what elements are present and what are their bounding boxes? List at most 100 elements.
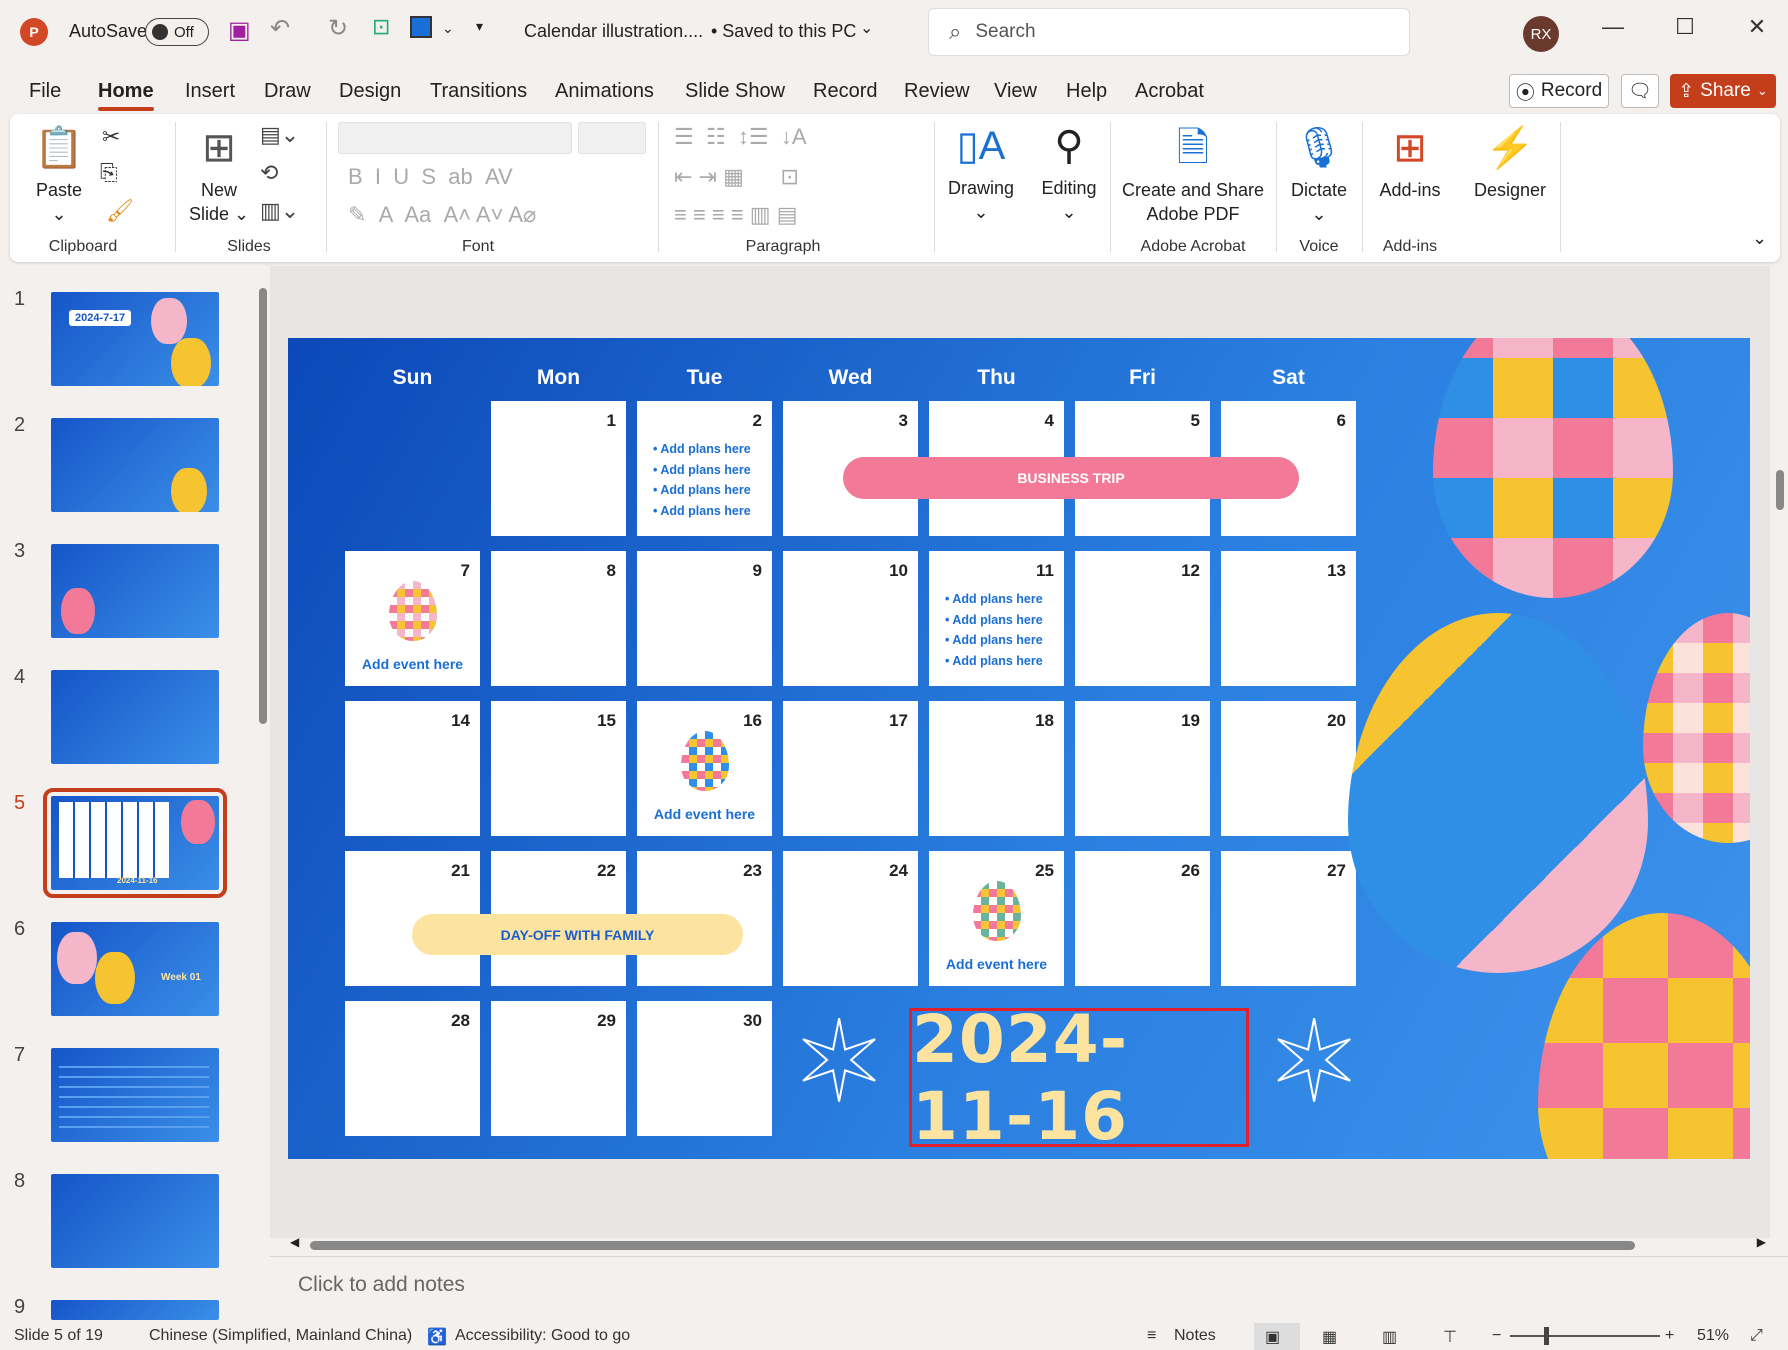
calendar-day-cell[interactable]: 27 [1221, 851, 1356, 986]
font-size-select[interactable] [578, 122, 646, 154]
format-painter-icon[interactable]: 🖌 [106, 198, 134, 224]
add-event-text[interactable]: Add event here [637, 806, 772, 822]
zoom-slider-thumb[interactable] [1544, 1327, 1549, 1345]
calendar-day-cell[interactable]: 16Add event here [637, 701, 772, 836]
reading-view-icon[interactable]: ▥ [1382, 1327, 1397, 1347]
thumbnails-scrollbar[interactable] [258, 270, 268, 1320]
chevron-down-icon[interactable]: ⌄ [442, 20, 454, 37]
notes-placeholder[interactable]: Click to add notes [298, 1273, 465, 1297]
add-event-text[interactable]: Add event here [345, 656, 480, 672]
slide-thumbnail-7[interactable] [51, 1048, 219, 1142]
calendar-day-cell[interactable]: 25Add event here [929, 851, 1064, 986]
slide-canvas[interactable]: SunMonTueWedThuFriSat 12Add plans hereAd… [288, 338, 1750, 1159]
calendar-day-cell[interactable]: 8 [491, 551, 626, 686]
dictate-button[interactable]: 🎙Dictate⌄ [1291, 124, 1347, 226]
calendar-day-cell[interactable]: 24 [783, 851, 918, 986]
notes-icon[interactable]: ≡ [1147, 1327, 1156, 1345]
slide-sorter-icon[interactable]: ▦ [1322, 1327, 1337, 1347]
calendar-day-cell[interactable]: 9 [637, 551, 772, 686]
plan-item[interactable]: Add plans here [945, 610, 1043, 631]
tab-draw[interactable]: Draw [264, 80, 311, 103]
editing-button[interactable]: ⚲Editing⌄ [1041, 122, 1096, 224]
date-title[interactable]: 2024-11-16 [909, 1008, 1249, 1147]
tab-help[interactable]: Help [1066, 80, 1107, 103]
tab-animations[interactable]: Animations [555, 80, 654, 103]
slide-thumbnail-2[interactable] [51, 418, 219, 512]
record-button[interactable]: ⦿Record [1509, 74, 1609, 108]
theme-icon[interactable] [410, 16, 432, 38]
notes-pane[interactable]: Click to add notes [270, 1256, 1788, 1320]
slide-thumbnail-9[interactable] [51, 1300, 219, 1320]
calendar-day-cell[interactable]: 10 [783, 551, 918, 686]
calendar-day-cell[interactable]: 29 [491, 1001, 626, 1136]
fit-to-window-icon[interactable]: ⤢ [1750, 1327, 1763, 1345]
plan-item[interactable]: Add plans here [945, 589, 1043, 610]
plan-item[interactable]: Add plans here [653, 501, 751, 522]
plan-item[interactable]: Add plans here [653, 460, 751, 481]
minimize-icon[interactable]: — [1593, 14, 1633, 40]
slide-thumbnail-3[interactable] [51, 544, 219, 638]
slide-thumbnail-1[interactable]: 2024-7-17 [51, 292, 219, 386]
scroll-left-icon[interactable]: ◀ [290, 1235, 299, 1249]
scrollbar-thumb[interactable] [1776, 470, 1784, 510]
calendar-day-cell[interactable]: 20 [1221, 701, 1356, 836]
maximize-icon[interactable]: ☐ [1665, 14, 1705, 40]
share-button[interactable]: ⇪Share⌄ [1670, 74, 1776, 108]
plan-item[interactable]: Add plans here [653, 480, 751, 501]
tab-record[interactable]: Record [813, 80, 877, 103]
tab-slide-show[interactable]: Slide Show [685, 80, 785, 103]
plan-item[interactable]: Add plans here [945, 651, 1043, 672]
plan-item[interactable]: Add plans here [653, 439, 751, 460]
collapse-ribbon-icon[interactable]: ⌄ [1752, 228, 1767, 249]
slideshow-view-icon[interactable]: ⊤ [1443, 1327, 1457, 1347]
document-title[interactable]: Calendar illustration.... [524, 21, 703, 42]
slide-thumbnail-6[interactable]: Week 01 [51, 922, 219, 1016]
tab-file[interactable]: File [29, 80, 61, 103]
font-format-icons[interactable]: B I U S ab AV [348, 164, 513, 190]
accessibility-status[interactable]: Accessibility: Good to go [455, 1327, 630, 1345]
close-icon[interactable]: ✕ [1737, 14, 1777, 40]
plan-item[interactable]: Add plans here [945, 630, 1043, 651]
scrollbar-thumb[interactable] [259, 288, 267, 724]
avatar[interactable]: RX [1523, 16, 1559, 52]
save-status[interactable]: • Saved to this PC [711, 21, 856, 42]
calendar-day-cell[interactable]: 19 [1075, 701, 1210, 836]
font-color-icons[interactable]: ✎ A Aa A˄ A˅ A⌀ [348, 202, 536, 228]
search-box[interactable]: ⌕Search [928, 8, 1410, 56]
zoom-out-icon[interactable]: − [1492, 1327, 1501, 1345]
save-icon[interactable]: ▣ [228, 16, 251, 45]
calendar-day-cell[interactable]: 7Add event here [345, 551, 480, 686]
customize-toolbar-icon[interactable]: ▾ [476, 18, 483, 35]
tab-home[interactable]: Home [98, 80, 154, 103]
tab-acrobat[interactable]: Acrobat [1135, 80, 1204, 103]
accessibility-icon[interactable]: ♿ [427, 1327, 447, 1347]
zoom-slider[interactable] [1510, 1335, 1660, 1337]
align-icons[interactable]: ≡ ≡ ≡ ≡ ▥ ▤ [674, 202, 797, 228]
cut-icon[interactable]: ✂ [102, 124, 120, 150]
add-ins-button[interactable]: ⊞Add-ins [1379, 124, 1440, 202]
slide-thumbnail-5[interactable]: 2024-11-16 [51, 796, 219, 890]
reset-icon[interactable]: ⟲ [260, 160, 278, 186]
scroll-right-icon[interactable]: ▶ [1757, 1235, 1766, 1249]
tab-transitions[interactable]: Transitions [430, 80, 527, 103]
calendar-day-cell[interactable]: 26 [1075, 851, 1210, 986]
tab-view[interactable]: View [994, 80, 1037, 103]
copy-icon[interactable]: ⎘ [100, 160, 118, 186]
drawing-button[interactable]: ▯ADrawing⌄ [948, 122, 1014, 224]
calendar-day-cell[interactable]: 13 [1221, 551, 1356, 686]
comments-button[interactable]: 🗨 [1621, 74, 1659, 108]
indent-icons[interactable]: ⇤ ⇥ ▦ ⊡ [674, 164, 799, 190]
normal-view-icon[interactable]: ▣ [1265, 1327, 1280, 1347]
language-status[interactable]: Chinese (Simplified, Mainland China) [149, 1327, 412, 1345]
chevron-down-icon[interactable]: ⌄ [860, 18, 873, 38]
autosave-toggle[interactable]: Off [145, 18, 209, 46]
designer-button[interactable]: ⚡Designer [1474, 124, 1546, 202]
redo-icon[interactable]: ↻ [328, 14, 348, 43]
scrollbar-thumb[interactable] [310, 1241, 1635, 1250]
tab-review[interactable]: Review [904, 80, 970, 103]
new-slide-button[interactable]: ⊞NewSlide ⌄ [189, 124, 249, 226]
day-off-banner[interactable]: DAY-OFF WITH FAMILY [412, 914, 743, 955]
zoom-level[interactable]: 51% [1697, 1327, 1729, 1345]
business-trip-banner[interactable]: BUSINESS TRIP [843, 457, 1299, 499]
undo-icon[interactable]: ↶ [270, 14, 290, 43]
